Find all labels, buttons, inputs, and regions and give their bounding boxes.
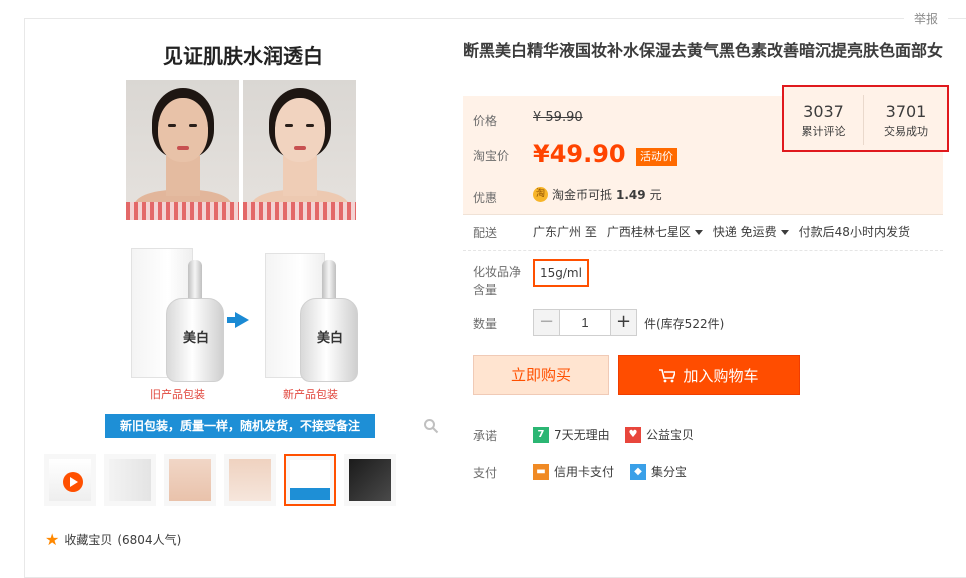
new-bottle: 美白	[300, 298, 358, 382]
price-label: 价格	[473, 114, 498, 128]
payment-label: 支付	[473, 466, 498, 480]
buy-now-button[interactable]: 立即购买	[473, 355, 609, 395]
play-icon	[63, 472, 83, 492]
shipping-method-select[interactable]: 快递 免运费	[713, 223, 789, 240]
coin-text-prefix: 淘金币可抵	[552, 188, 613, 202]
payment-jifenbao[interactable]: ◆ 集分宝	[630, 463, 687, 480]
quantity-decrease-button[interactable]: −	[533, 309, 560, 336]
quantity-label: 数量	[473, 317, 498, 331]
payment-credit-card[interactable]: ▬ 信用卡支付	[533, 463, 614, 480]
divider	[463, 250, 943, 251]
thumbnail-item[interactable]	[224, 454, 276, 506]
reviews-label: 累计评论	[801, 125, 846, 138]
promo-badge: 活动价	[636, 148, 677, 166]
payment-option-label: 集分宝	[651, 465, 688, 479]
favorite-label: 收藏宝贝	[64, 533, 113, 547]
old-package-caption: 旧产品包装	[150, 388, 205, 401]
coin-amount: 1.49	[616, 187, 646, 202]
quantity-input[interactable]	[560, 309, 610, 336]
shipping-destination-select[interactable]: 广西桂林七星区	[607, 223, 703, 240]
sales-stats-box: 3037 累计评论 3701 交易成功	[782, 85, 949, 152]
shipping-origin: 广东广州 至	[533, 225, 597, 239]
thumbnail-item-active[interactable]	[284, 454, 336, 506]
shipping-destination: 广西桂林七星区	[606, 225, 691, 239]
sale-price: ¥49.90	[533, 140, 626, 168]
service-7day-return[interactable]: 7 7天无理由	[533, 426, 610, 443]
payment-option-label: 信用卡支付	[554, 465, 615, 479]
shipping-method: 快递 免运费	[712, 225, 777, 239]
divider	[463, 214, 943, 215]
add-to-cart-button[interactable]: 加入购物车	[618, 355, 800, 395]
dispatch-time: 付款后48小时内发货	[798, 225, 910, 239]
coin-text-suffix: 元	[649, 188, 662, 202]
sales-stat: 3701 交易成功	[866, 95, 946, 145]
service-label: 公益宝贝	[646, 428, 695, 442]
add-to-cart-label: 加入购物车	[683, 367, 759, 385]
quantity-increase-button[interactable]: +	[610, 309, 637, 336]
before-face-photo	[126, 80, 239, 220]
arrow-right-icon	[227, 312, 249, 328]
seven-day-icon: 7	[533, 426, 549, 443]
sales-count: 3701	[885, 102, 927, 121]
product-title: 断黑美白精华液国妆补水保湿去黄气黑色素改善暗沉提亮肤色面部女	[463, 41, 944, 60]
charity-heart-icon: ♥	[625, 426, 641, 443]
reviews-stat[interactable]: 3037 累计评论	[784, 95, 864, 145]
star-icon: ★	[45, 530, 60, 549]
thumbnail-video[interactable]	[44, 454, 96, 506]
thumbnail-item[interactable]	[344, 454, 396, 506]
zoom-icon[interactable]	[423, 418, 439, 434]
sales-label: 交易成功	[884, 125, 928, 138]
new-bottle-label: 美白	[316, 331, 343, 346]
thumbnail-item[interactable]	[104, 454, 156, 506]
favorite-count: (6804人气)	[117, 533, 182, 547]
taobao-price-label: 淘宝价	[473, 149, 510, 163]
main-product-image[interactable]: 见证肌肤水润透白 美白 美白 旧产品包装 新产品包装 新旧包装，质量一样，随机发…	[48, 28, 439, 443]
reviews-count: 3037	[803, 102, 844, 121]
original-price: ¥ 59.90	[533, 110, 583, 125]
thumbnail-strip	[44, 454, 396, 506]
taojinbi-coin-icon: 淘	[533, 187, 548, 202]
favorite-button[interactable]: ★ 收藏宝贝 (6804人气)	[45, 530, 181, 549]
old-bottle-label: 美白	[182, 331, 209, 346]
chevron-down-icon	[780, 230, 789, 235]
new-package-caption: 新产品包装	[283, 388, 338, 401]
promise-label: 承诺	[473, 429, 498, 443]
discount-label: 优惠	[473, 191, 498, 205]
new-dropper	[322, 260, 336, 300]
old-dropper	[188, 260, 202, 300]
old-bottle: 美白	[166, 298, 224, 382]
package-notice-banner: 新旧包装，质量一样，随机发货，不接受备注	[105, 414, 375, 438]
thumbnail-item[interactable]	[164, 454, 216, 506]
quantity-stepper: − +	[533, 309, 637, 336]
service-label: 7天无理由	[554, 428, 610, 442]
stock-text: 件(库存522件)	[644, 317, 725, 331]
shipping-row: 广东广州 至 广西桂林七星区 快递 免运费 付款后48小时内发货	[533, 223, 910, 240]
hero-title: 见证肌肤水润透白	[163, 44, 323, 68]
cart-icon	[659, 369, 676, 383]
report-link[interactable]: 举报	[903, 10, 948, 27]
chevron-down-icon	[694, 230, 703, 235]
spec-option-15g[interactable]: 15g/ml	[533, 259, 589, 287]
jifenbao-icon: ◆	[630, 463, 646, 480]
coin-discount: 淘 淘金币可抵 1.49 元	[533, 186, 662, 203]
after-face-photo	[243, 80, 356, 220]
shipping-label: 配送	[473, 226, 498, 240]
service-charity[interactable]: ♥ 公益宝贝	[625, 426, 694, 443]
spec-label: 化妆品净含量	[473, 265, 522, 297]
credit-card-icon: ▬	[533, 463, 549, 480]
